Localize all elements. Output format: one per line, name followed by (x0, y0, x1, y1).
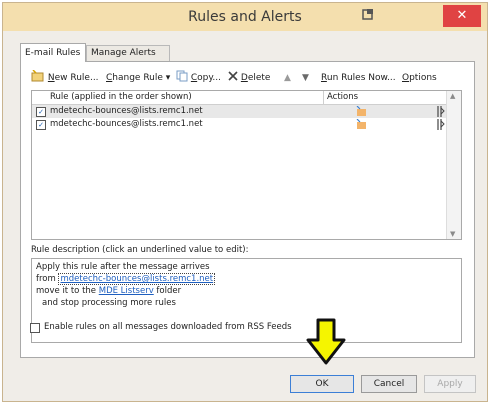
delete-label: elete (247, 73, 271, 83)
copy-button[interactable]: Copy... (176, 70, 221, 86)
column-header-actions[interactable]: Actions (327, 91, 358, 104)
new-rule-label: ew Rule... (54, 73, 99, 83)
title-bar: Rules and Alerts ✕ (3, 3, 487, 31)
move-to-folder-icon (356, 119, 366, 129)
new-rule-icon (31, 69, 44, 82)
scroll-up-icon[interactable]: ▲ (450, 92, 455, 100)
cancel-button[interactable]: Cancel (361, 375, 417, 393)
rules-list: Rule (applied in the order shown) Action… (31, 90, 462, 240)
pointer-arrow-icon (306, 318, 346, 365)
run-rules-now-button[interactable]: Run Rules Now... (321, 70, 396, 86)
rule-enabled-checkbox[interactable]: ✓ (36, 107, 46, 117)
tab-email-rules[interactable]: E-mail Rules (20, 43, 86, 62)
column-header-rule[interactable]: Rule (applied in the order shown) (50, 91, 192, 104)
description-folder-text: folder (153, 286, 182, 296)
run-rules-label: un Rules Now... (326, 73, 396, 83)
delete-icon (228, 71, 238, 81)
ok-button[interactable]: OK (290, 375, 354, 393)
stop-rules-icon (437, 106, 445, 117)
description-line: from mdetechc-bounces@lists.remc1.net (36, 273, 216, 285)
apply-button[interactable]: Apply (424, 375, 476, 393)
rule-name: mdetechc-bounces@lists.remc1.net (50, 106, 203, 116)
copy-label: opy... (197, 73, 222, 83)
scroll-down-icon[interactable]: ▼ (450, 230, 455, 238)
options-button[interactable]: Options (402, 70, 437, 86)
window-icon (362, 9, 373, 20)
delete-button[interactable]: Delete (228, 70, 270, 86)
email-rules-panel: New Rule... Change Rule ▾ Copy... Delete… (20, 61, 475, 358)
folder-link[interactable]: MDE Listserv (99, 286, 154, 296)
rule-name: mdetechc-bounces@lists.remc1.net (50, 119, 203, 129)
move-to-folder-icon (356, 106, 366, 116)
rules-list-header: Rule (applied in the order shown) Action… (32, 91, 447, 105)
rule-row[interactable]: ✓ mdetechc-bounces@lists.remc1.net (32, 118, 447, 131)
description-move-text: move it to the (36, 286, 99, 296)
tab-manage-alerts[interactable]: Manage Alerts (86, 45, 170, 61)
rules-and-alerts-window: Rules and Alerts ✕ E-mail Rules Manage A… (2, 2, 488, 402)
rss-rules-label: Enable rules on all messages downloaded … (44, 322, 292, 332)
move-up-icon[interactable]: ▲ (284, 70, 291, 86)
new-rule-hotkey: N (47, 73, 55, 83)
copy-icon (176, 70, 188, 82)
sender-address-link[interactable]: mdetechc-bounces@lists.remc1.net (58, 273, 216, 285)
options-label: ptions (409, 73, 437, 83)
close-button[interactable]: ✕ (443, 5, 481, 27)
window-title: Rules and Alerts (188, 9, 302, 25)
description-line: move it to the MDE Listserv folder (36, 286, 181, 296)
description-line: and stop processing more rules (42, 298, 176, 308)
delete-hotkey: D (240, 73, 248, 83)
rule-enabled-checkbox[interactable]: ✓ (36, 120, 46, 130)
column-divider[interactable] (323, 91, 324, 104)
rss-rules-checkbox[interactable] (30, 323, 40, 333)
rule-row[interactable]: ✓ mdetechc-bounces@lists.remc1.net (32, 105, 447, 118)
rule-description-label: Rule description (click an underlined va… (31, 245, 249, 255)
change-rule-label: hange Rule ▾ (112, 73, 171, 83)
description-from-text: from (36, 274, 59, 284)
change-rule-button[interactable]: Change Rule ▾ (106, 70, 170, 86)
stop-rules-icon (437, 119, 445, 130)
description-line: Apply this rule after the message arrive… (36, 262, 210, 272)
new-rule-button[interactable]: New Rule... (31, 69, 99, 86)
rules-list-scrollbar[interactable]: ▲ ▼ (446, 91, 461, 239)
move-down-icon[interactable]: ▼ (302, 70, 309, 86)
